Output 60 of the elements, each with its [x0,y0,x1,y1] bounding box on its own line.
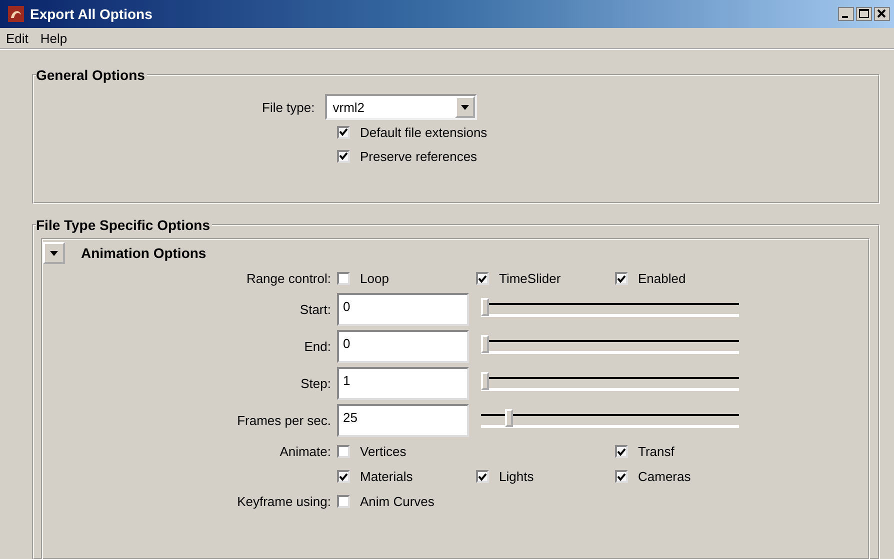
app-icon [8,6,24,22]
collapse-arrow-icon [50,250,58,256]
check-icon [617,472,626,480]
close-icon[interactable] [874,7,890,21]
maximize-icon[interactable] [856,7,872,21]
menu-item[interactable]: Edit [6,30,28,46]
field-label: Keyframe using: [236,494,332,509]
text-field[interactable]: 0 [337,330,469,363]
checkbox[interactable] [337,470,350,483]
field-label: Step: [300,376,332,391]
field-label: File type: [262,100,315,114]
text-field[interactable]: 25 [337,404,469,437]
slider-thumb[interactable] [481,372,489,390]
check-icon [339,128,348,136]
checkbox-label: Default file extensions [360,124,488,140]
field-label: Start: [298,302,332,317]
checkbox[interactable] [337,126,350,138]
menu-item[interactable]: Help [40,30,68,46]
checkbox[interactable] [476,272,489,285]
checkbox[interactable] [615,272,628,285]
group-title: File Type Specific Options [36,217,212,233]
checkbox[interactable] [337,445,350,458]
dropdown-arrow-icon [460,104,469,110]
text-field[interactable]: 1 [337,367,469,400]
checkbox[interactable] [337,150,350,162]
field-label: End: [303,339,332,354]
check-icon [478,274,487,282]
check-icon [478,472,487,480]
checkbox[interactable] [476,470,489,483]
checkbox[interactable] [615,470,628,483]
check-icon [339,152,348,160]
checkbox-label: Lights [499,469,534,484]
file-type-dropdown[interactable]: vrml2 [324,94,477,120]
checkbox-label: Anim Curves [360,494,434,509]
minimize-icon[interactable] [838,7,854,21]
checkbox[interactable] [615,445,628,458]
section-title: Animation Options [81,245,206,261]
window-title: Export All Options [30,6,154,22]
checkbox-label: Enabled [638,271,686,286]
check-icon [617,448,626,456]
checkbox[interactable] [337,495,350,508]
checkbox-label: Materials [360,469,413,484]
field-label: Frames per sec. [236,413,332,428]
checkbox[interactable] [337,272,350,285]
checkbox-label: Vertices [360,444,406,459]
check-icon [617,274,626,282]
checkbox-label: Transf [638,444,674,459]
checkbox-label: TimeSlider [499,271,561,286]
group-title: General Options [36,67,147,83]
checkbox-label: Cameras [638,469,691,484]
checkbox-label: Loop [360,271,389,286]
slider-thumb[interactable] [505,408,513,426]
check-icon [339,472,348,480]
field-label: Range control: [245,271,332,286]
checkbox-label: Preserve references [360,148,478,164]
expand-button[interactable] [43,242,65,264]
slider-thumb[interactable] [481,298,489,316]
field-label: Animate: [278,444,332,459]
slider-thumb[interactable] [481,334,489,352]
text-field[interactable]: 0 [337,293,469,326]
